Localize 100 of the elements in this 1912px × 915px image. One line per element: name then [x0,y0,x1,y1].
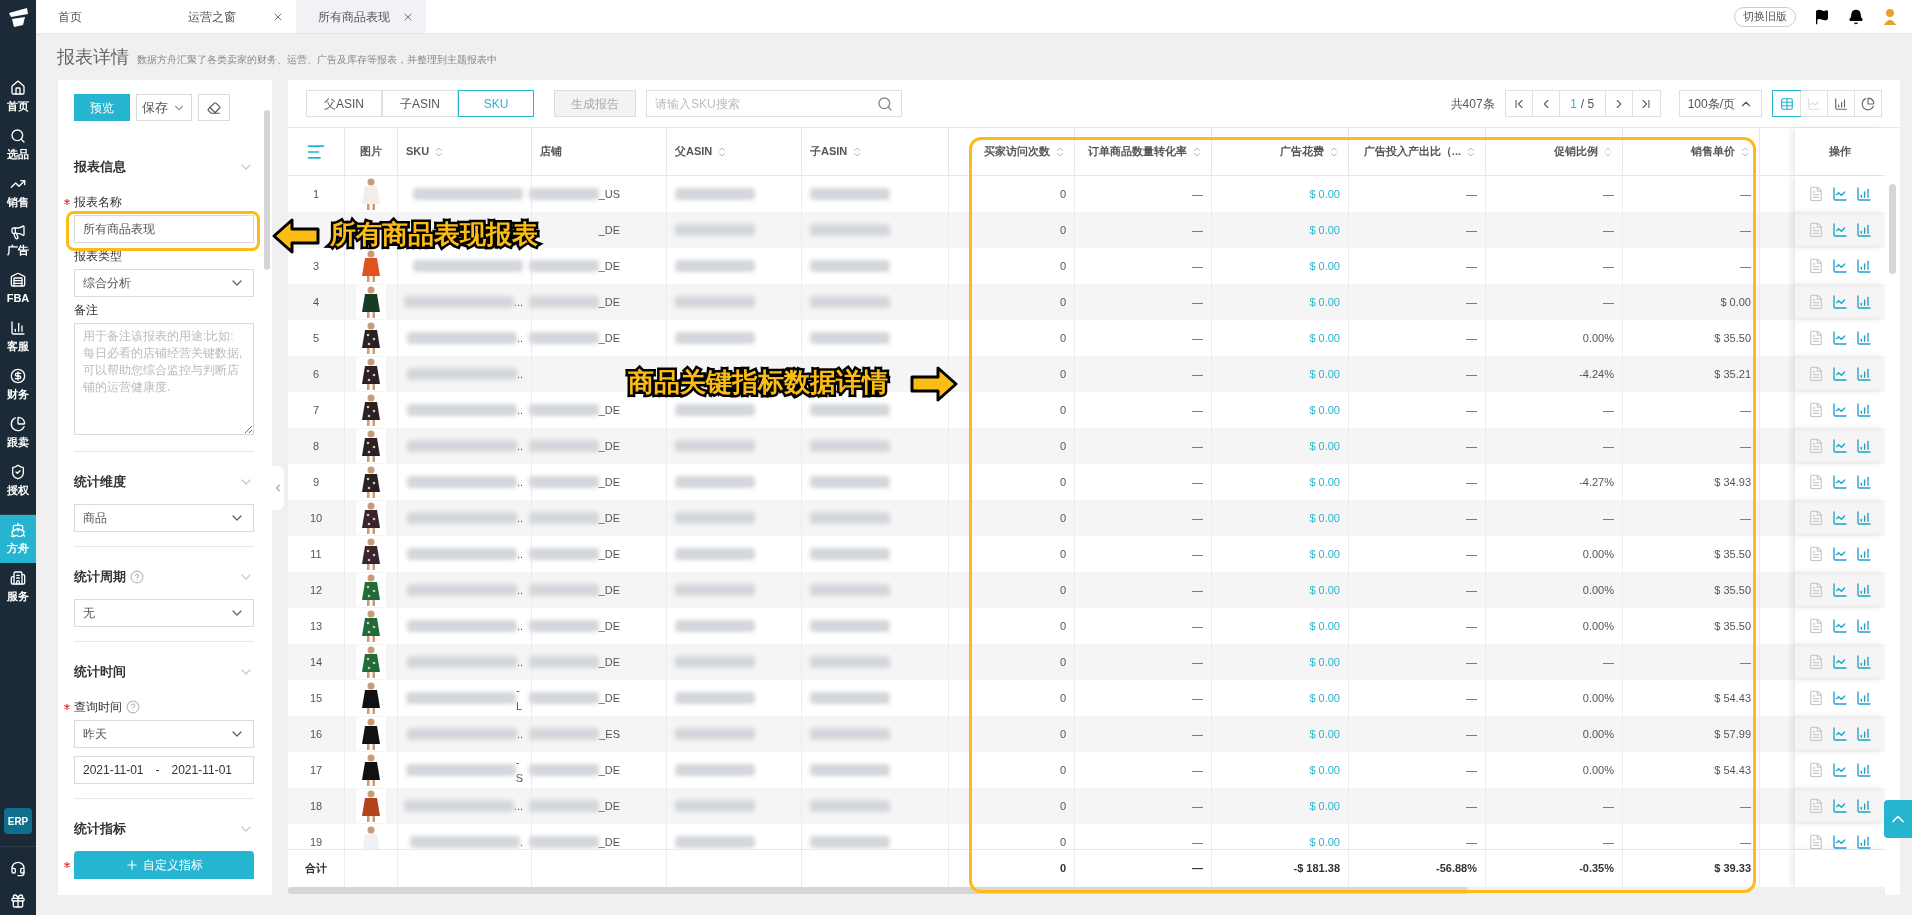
report-name-field[interactable]: 所有商品表现 [74,215,254,243]
line-chart-icon[interactable] [1832,582,1848,598]
bar-chart-icon[interactable] [1856,510,1872,526]
sidebar-item[interactable]: 客服 [0,313,36,361]
select-field[interactable]: 综合分析 [74,269,254,297]
line-chart-icon[interactable] [1832,618,1848,634]
line-chart-icon[interactable] [1832,510,1848,526]
sort-icon[interactable] [1191,145,1203,158]
scrollbar-thumb[interactable] [1889,184,1896,274]
line-chart-icon[interactable] [1832,798,1848,814]
line-chart-icon[interactable] [1832,762,1848,778]
note-field[interactable]: 用于备注该报表的用途:比如:每日必看的店铺经营关键数据,可以帮助您综合监控与判断店铺的运营健康度. [74,323,254,435]
line-chart-icon[interactable] [1832,834,1848,849]
details-icon[interactable] [1808,222,1824,238]
select-field[interactable]: 无 [74,599,254,627]
column-header[interactable]: 买家访问次数 [984,143,1050,160]
bar-chart-icon[interactable] [1856,546,1872,562]
line-chart-icon[interactable] [1832,654,1848,670]
sidebar-item[interactable]: 首页 [0,73,36,121]
gift-icon[interactable] [10,893,26,909]
bar-chart-icon[interactable] [1856,654,1872,670]
sort-icon[interactable] [1465,145,1477,158]
horizontal-scrollbar[interactable] [288,887,1468,894]
details-icon[interactable] [1808,294,1824,310]
bar-chart-icon[interactable] [1856,222,1872,238]
details-icon[interactable] [1808,690,1824,706]
details-icon[interactable] [1808,834,1824,849]
sidebar-item[interactable]: 广告 [0,217,36,265]
line-chart-icon[interactable] [1832,258,1848,274]
details-icon[interactable] [1808,546,1824,562]
column-header[interactable]: 父ASIN [675,143,713,160]
line-chart-icon[interactable] [1832,222,1848,238]
column-header[interactable]: 销售单价 [1691,143,1735,160]
details-icon[interactable] [1808,474,1824,490]
details-icon[interactable] [1808,510,1824,526]
details-icon[interactable] [1808,366,1824,382]
bar-chart-icon[interactable] [1856,366,1872,382]
sidebar-item[interactable]: FBA [0,265,36,313]
sidebar-item[interactable]: 财务 [0,361,36,409]
page-size-select[interactable]: 100条/页 [1678,90,1762,117]
sidebar-item[interactable]: 跟卖 [0,409,36,457]
select-field[interactable]: 昨天 [74,720,254,748]
line-chart-icon[interactable] [1832,546,1848,562]
bar-chart-icon[interactable] [1856,582,1872,598]
bar-chart-icon[interactable] [1856,294,1872,310]
line-chart-icon[interactable] [1832,330,1848,346]
sidebar-item[interactable]: 选品 [0,121,36,169]
search-input[interactable]: 请输入SKU搜索 [655,94,855,113]
details-icon[interactable] [1808,582,1824,598]
details-icon[interactable] [1808,798,1824,814]
sort-icon[interactable] [1054,145,1066,158]
search-field[interactable]: 请输入SKU搜索 [646,90,902,117]
bar-chart-icon[interactable] [1856,330,1872,346]
line-chart-icon[interactable] [1832,402,1848,418]
select-field[interactable]: 商品 [74,504,254,532]
line-chart-icon[interactable] [1832,186,1848,202]
bar-chart-icon[interactable] [1856,762,1872,778]
help-icon[interactable] [126,700,140,714]
bar-chart-icon[interactable] [1856,798,1872,814]
save-button[interactable]: 保存 [136,94,192,121]
table-view-button[interactable] [1773,91,1800,116]
details-icon[interactable] [1808,402,1824,418]
sort-icon[interactable] [1602,145,1614,158]
bar-chart-icon[interactable] [1856,726,1872,742]
line-chart-icon[interactable] [1832,690,1848,706]
details-icon[interactable] [1808,726,1824,742]
bar-chart-icon[interactable] [1856,402,1872,418]
bar-chart-icon[interactable] [1856,834,1872,849]
column-header[interactable]: 订单商品数量转化率 [1088,143,1187,160]
search-icon[interactable] [877,95,893,112]
details-icon[interactable] [1808,762,1824,778]
sidebar-item[interactable]: 销售 [0,169,36,217]
view-tab[interactable]: 父ASIN [306,90,382,117]
headset-icon[interactable] [10,861,26,877]
bar-chart-icon[interactable] [1856,474,1872,490]
bell-icon[interactable] [1848,8,1864,25]
details-icon[interactable] [1808,654,1824,670]
flag-icon[interactable] [1814,8,1830,25]
sort-icon[interactable] [1328,145,1340,158]
details-icon[interactable] [1808,258,1824,274]
details-icon[interactable] [1808,438,1824,454]
bar-chart-icon[interactable] [1856,618,1872,634]
erp-badge[interactable]: ERP [4,808,32,834]
view-tab[interactable]: 子ASIN [382,90,458,117]
avatar-icon[interactable] [1882,7,1898,26]
column-header[interactable]: 子ASIN [810,143,848,160]
line-chart-icon[interactable] [1832,294,1848,310]
line-chart-icon[interactable] [1832,438,1848,454]
column-header[interactable]: 广告投入产出比（... [1363,143,1461,160]
scrollbar-thumb[interactable] [264,110,270,270]
back-to-top-button[interactable] [1884,800,1912,838]
bar-chart-icon[interactable] [1856,186,1872,202]
details-icon[interactable] [1808,186,1824,202]
column-header[interactable]: 促销比例 [1554,143,1598,160]
help-icon[interactable] [130,570,144,584]
line-chart-icon[interactable] [1832,366,1848,382]
date-range-field[interactable]: 2021-11-01 - 2021-11-01 [74,756,254,784]
line-chart-icon[interactable] [1832,726,1848,742]
sort-icon[interactable] [1739,145,1751,158]
column-header[interactable]: 广告花费 [1280,143,1324,160]
